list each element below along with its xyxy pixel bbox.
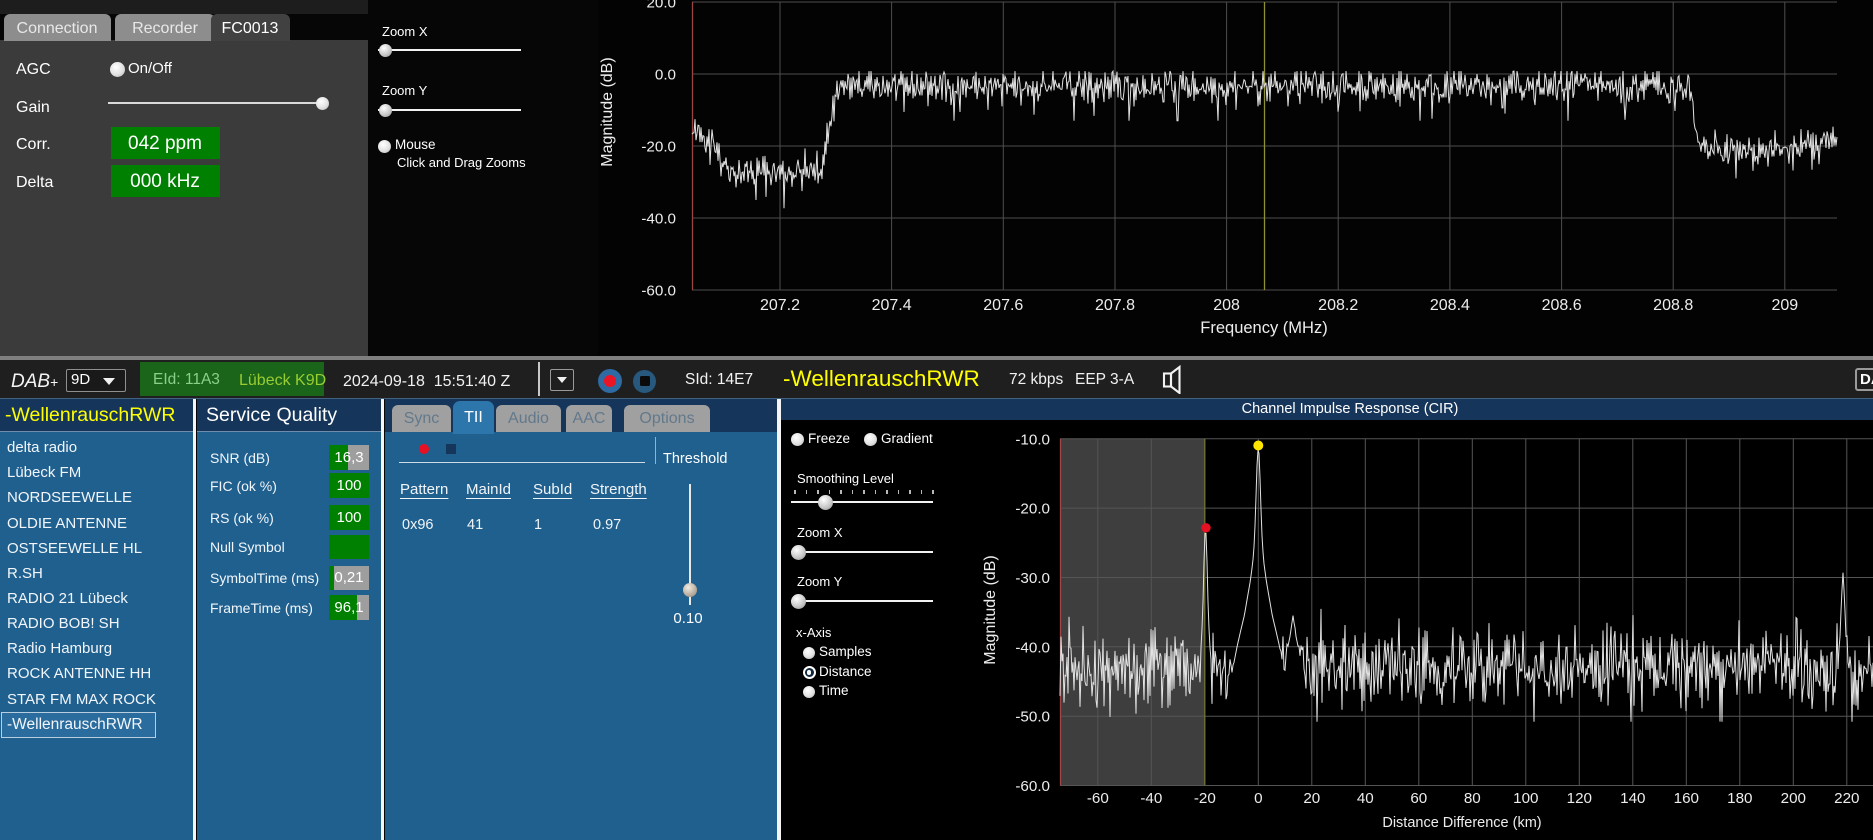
svg-text:60: 60 xyxy=(1410,790,1427,807)
svg-text:-40: -40 xyxy=(1140,790,1162,807)
svg-text:208: 208 xyxy=(1213,297,1240,314)
svg-text:207.6: 207.6 xyxy=(983,297,1023,314)
svg-text:207.2: 207.2 xyxy=(760,297,800,314)
svg-text:-40.0: -40.0 xyxy=(1015,639,1050,656)
svg-text:Frequency (MHz): Frequency (MHz) xyxy=(1200,319,1327,337)
svg-text:-40.0: -40.0 xyxy=(641,211,676,228)
svg-text:-50.0: -50.0 xyxy=(1015,709,1050,726)
svg-text:Magnitude (dB): Magnitude (dB) xyxy=(982,555,999,664)
svg-text:100: 100 xyxy=(1513,790,1538,807)
svg-text:220: 220 xyxy=(1834,790,1859,807)
svg-text:0: 0 xyxy=(1254,790,1262,807)
svg-text:208.8: 208.8 xyxy=(1653,297,1693,314)
svg-text:160: 160 xyxy=(1674,790,1699,807)
svg-text:-20.0: -20.0 xyxy=(641,139,676,156)
svg-text:208.2: 208.2 xyxy=(1318,297,1358,314)
svg-text:208.4: 208.4 xyxy=(1430,297,1470,314)
svg-text:-30.0: -30.0 xyxy=(1015,570,1050,587)
svg-text:-20: -20 xyxy=(1194,790,1216,807)
svg-text:200: 200 xyxy=(1781,790,1806,807)
svg-text:120: 120 xyxy=(1567,790,1592,807)
svg-text:80: 80 xyxy=(1464,790,1481,807)
svg-text:207.4: 207.4 xyxy=(872,297,912,314)
svg-text:209: 209 xyxy=(1771,297,1798,314)
svg-text:0.0: 0.0 xyxy=(655,67,676,84)
svg-text:208.6: 208.6 xyxy=(1542,297,1582,314)
svg-text:Distance Difference (km): Distance Difference (km) xyxy=(1382,815,1541,831)
svg-text:20: 20 xyxy=(1303,790,1320,807)
svg-text:20.0: 20.0 xyxy=(646,0,676,12)
svg-text:-10.0: -10.0 xyxy=(1015,431,1050,448)
svg-text:140: 140 xyxy=(1620,790,1645,807)
svg-text:Magnitude (dB): Magnitude (dB) xyxy=(599,57,616,166)
svg-text:-20.0: -20.0 xyxy=(1015,501,1050,518)
svg-text:180: 180 xyxy=(1727,790,1752,807)
svg-text:40: 40 xyxy=(1357,790,1374,807)
svg-text:207.8: 207.8 xyxy=(1095,297,1135,314)
svg-text:-60.0: -60.0 xyxy=(1015,778,1050,795)
svg-text:-60.0: -60.0 xyxy=(641,283,676,300)
svg-text:-60: -60 xyxy=(1087,790,1109,807)
